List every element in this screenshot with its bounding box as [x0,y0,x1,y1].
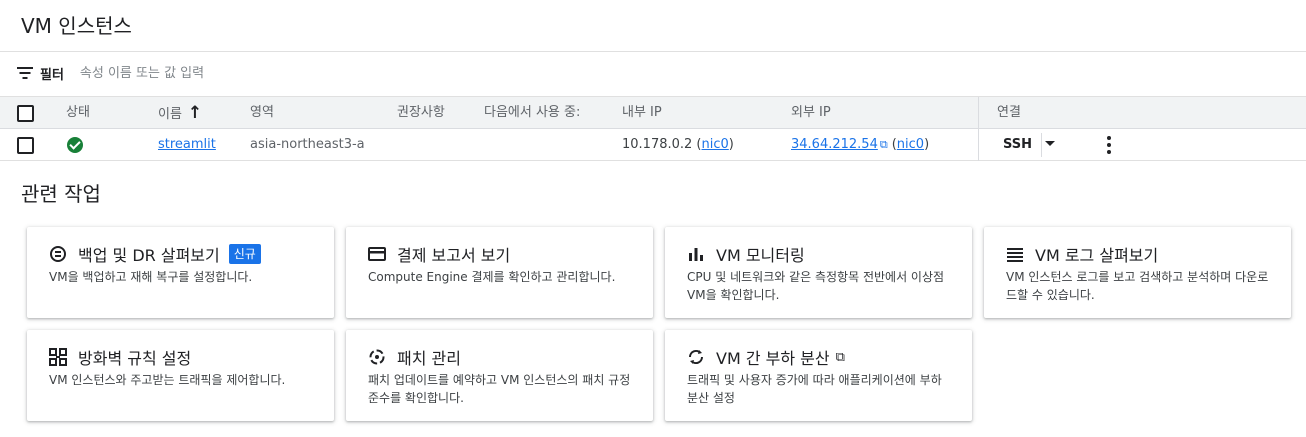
column-divider [978,97,979,161]
internal-ip: 10.178.0.2 (nic0) [622,137,734,152]
column-header-name[interactable]: 이름 ↑ [158,97,202,129]
column-header-status[interactable]: 상태 [66,97,90,129]
instance-name-link[interactable]: streamlit [158,129,216,161]
column-header-in-use-by[interactable]: 다음에서 사용 중: [484,97,580,129]
filter-bar[interactable]: 필터 [16,62,380,84]
card-description: Compute Engine 결제를 확인하고 관리합니다. [368,270,616,284]
card-description: 패치 업데이트를 예약하고 VM 인스턴스의 패치 규정 준수를 확인합니다. [368,373,631,405]
monitoring-bar-chart-icon [687,245,705,263]
filter-label[interactable]: 필터 [40,64,64,83]
filter-input[interactable] [79,65,380,81]
ssh-button[interactable]: SSH [994,133,1041,157]
card-title: VM 간 부하 분산 [716,349,830,368]
card-description: 트래픽 및 사용자 증가에 따라 애플리케이션에 부하 분산 설정 [687,373,942,405]
more-actions-icon[interactable] [1106,136,1112,154]
card-vm-monitoring[interactable]: VM 모니터링 CPU 및 네트워크와 같은 측정항목 전반에서 이상점 VM을… [665,227,972,318]
card-billing-report[interactable]: 결제 보고서 보기 Compute Engine 결제를 확인하고 관리합니다. [346,227,653,318]
filter-icon[interactable] [16,67,34,79]
table-header: 상태 이름 ↑ 영역 권장사항 다음에서 사용 중: 내부 IP 외부 IP 연결 [0,97,1306,129]
column-header-connect: 연결 [997,105,1021,120]
ssh-dropdown-icon[interactable] [1045,141,1055,146]
column-header-name-label: 이름 [158,107,182,122]
firewall-icon [49,348,67,366]
external-ip: 34.64.212.54 ⧉ (nic0) [791,137,930,152]
external-ip-link[interactable]: 34.64.212.54 [791,137,878,152]
external-nic-link[interactable]: nic0 [897,137,924,152]
card-title: 백업 및 DR 살펴보기 [78,246,220,265]
card-firewall-rules[interactable]: 방화벽 규칙 설정 VM 인스턴스와 주고받는 트래픽을 제어합니다. [27,330,334,421]
card-description: CPU 및 네트워크와 같은 측정항목 전반에서 이상점 VM을 확인합니다. [687,270,945,302]
column-header-external-ip[interactable]: 외부 IP [791,97,831,129]
billing-icon [368,245,386,263]
load-balancing-icon [687,348,705,366]
card-load-balancing[interactable]: VM 간 부하 분산 ⧉ 트래픽 및 사용자 증가에 따라 애플리케이션에 부하… [665,330,972,421]
internal-nic-link[interactable]: nic0 [702,137,729,152]
select-all-checkbox[interactable] [17,105,34,122]
backup-dr-icon [49,245,67,263]
external-link-icon[interactable]: ⧉ [880,138,888,151]
column-header-internal-ip[interactable]: 내부 IP [622,97,662,129]
logs-list-icon [1006,245,1024,263]
card-title: 패치 관리 [397,349,461,368]
card-description: VM 인스턴스 로그를 보고 검색하고 분석하며 다운로드할 수 있습니다. [1006,270,1269,302]
internal-ip-value: 10.178.0.2 [622,137,693,152]
related-actions-title: 관련 작업 [21,182,101,206]
card-vm-logs[interactable]: VM 로그 살펴보기 VM 인스턴스 로그를 보고 검색하고 분석하며 다운로드… [984,227,1291,318]
ssh-separator [1041,133,1042,157]
card-title: VM 모니터링 [716,246,805,265]
card-title: VM 로그 살펴보기 [1035,246,1159,265]
card-title: 결제 보고서 보기 [397,246,511,265]
external-link-icon: ⧉ [835,349,845,365]
sort-ascending-icon[interactable]: ↑ [188,97,202,129]
page-title: VM 인스턴스 [21,14,132,38]
card-description: VM 인스턴스와 주고받는 트래픽을 제어합니다. [49,373,286,387]
status-running-icon [67,137,83,153]
new-badge: 신규 [228,244,261,264]
card-patch-management[interactable]: 패치 관리 패치 업데이트를 예약하고 VM 인스턴스의 패치 규정 준수를 확… [346,330,653,421]
patch-icon [368,348,386,366]
table-row: streamlit asia-northeast3-a 10.178.0.2 (… [0,129,1306,161]
card-title: 방화벽 규칙 설정 [78,349,192,368]
column-header-zone[interactable]: 영역 [250,97,274,129]
card-description: VM을 백업하고 재해 복구를 설정합니다. [49,270,253,284]
row-checkbox[interactable] [17,137,34,154]
column-header-recommendation[interactable]: 권장사항 [397,97,445,129]
instance-zone: asia-northeast3-a [250,137,365,152]
card-backup-dr[interactable]: 백업 및 DR 살펴보기 신규 VM을 백업하고 재해 복구를 설정합니다. [27,227,334,318]
divider [0,51,1306,52]
